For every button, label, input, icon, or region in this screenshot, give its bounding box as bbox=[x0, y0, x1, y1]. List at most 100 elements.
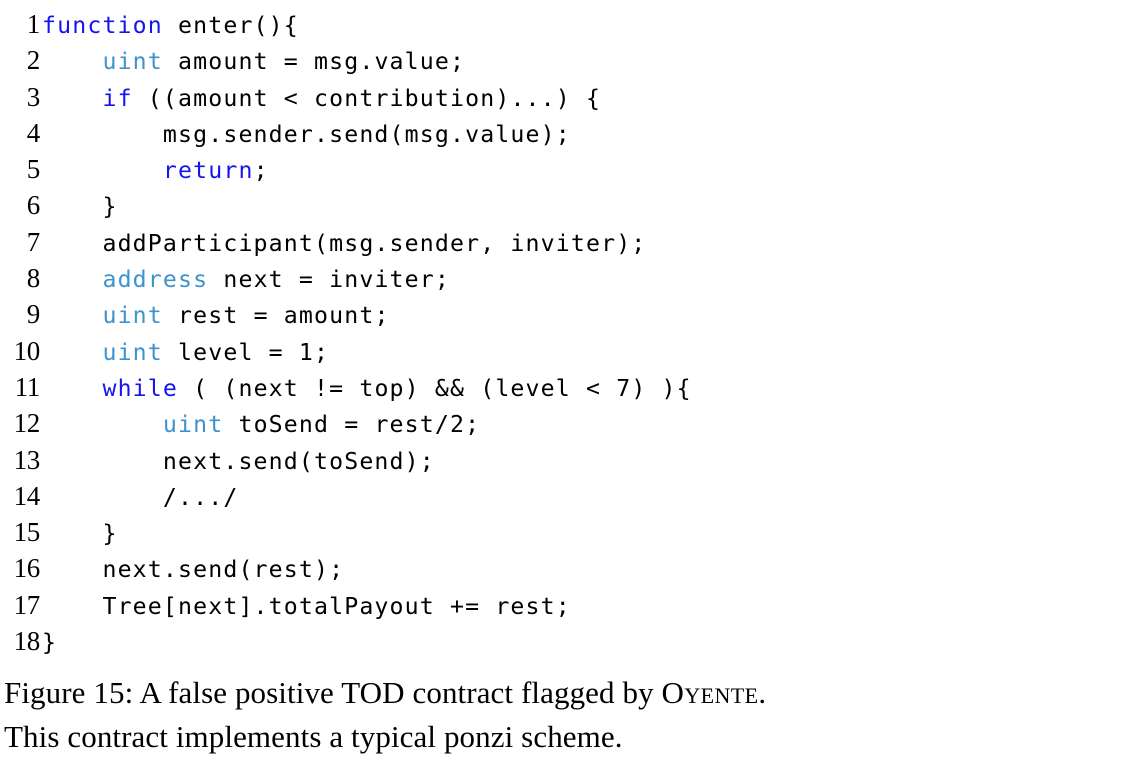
caption-text-after-tool: . bbox=[758, 675, 767, 711]
code-line: 12 uint toSend = rest/2; bbox=[0, 405, 1121, 441]
code-token-plain: } bbox=[102, 193, 118, 221]
caption-text-before-tool: A false positive TOD contract flagged by bbox=[133, 675, 662, 711]
code-token-plain: Tree[next].totalPayout += rest; bbox=[102, 592, 571, 620]
code-line: 10 uint level = 1; bbox=[0, 333, 1121, 369]
figure-caption: Figure 15: A false positive TOD contract… bbox=[0, 659, 1121, 759]
code-token-plain: } bbox=[102, 520, 118, 548]
code-token-plain: enter(){ bbox=[162, 12, 299, 39]
code-token-kw: if bbox=[102, 84, 133, 112]
code-listing: 1 function enter(){2 uint amount = msg.va… bbox=[0, 6, 1121, 659]
code-line-content: /.../ bbox=[40, 480, 1121, 516]
code-token-plain: ; bbox=[253, 157, 269, 185]
code-line-number: 13 bbox=[13, 444, 41, 475]
caption-figure-label: Figure 15: bbox=[4, 675, 134, 711]
code-line-number: 7 bbox=[26, 226, 41, 257]
code-token-plain: amount = msg.value; bbox=[162, 48, 466, 76]
code-line: 1 function enter(){ bbox=[0, 6, 1121, 42]
code-line-number: 3 bbox=[26, 81, 41, 112]
code-token-type: uint bbox=[162, 411, 224, 439]
code-line: 7 addParticipant(msg.sender, inviter); bbox=[0, 224, 1121, 260]
code-line-number: 17 bbox=[13, 589, 41, 620]
code-token-plain: ( (next != top) && (level < 7) ){ bbox=[178, 374, 692, 402]
code-line-content: if ((amount < contribution)...) { bbox=[40, 81, 1121, 117]
code-token-plain: next.send(toSend); bbox=[162, 447, 435, 475]
code-line-content: next.send(rest); bbox=[40, 552, 1121, 588]
code-token-plain: /.../ bbox=[162, 483, 239, 511]
code-line: 5 return; bbox=[0, 151, 1121, 187]
code-line-number: 10 bbox=[13, 335, 41, 366]
code-token-plain: } bbox=[42, 629, 58, 657]
code-line-content: uint amount = msg.value; bbox=[40, 44, 1121, 80]
code-token-type: uint bbox=[102, 338, 163, 366]
code-line-content: function enter(){ bbox=[40, 8, 1121, 44]
code-line: 16 next.send(rest); bbox=[0, 550, 1121, 586]
code-token-plain: toSend = rest/2; bbox=[223, 411, 481, 439]
code-line-number: 15 bbox=[13, 517, 41, 548]
code-line-content: uint toSend = rest/2; bbox=[40, 407, 1121, 443]
code-line-content: Tree[next].totalPayout += rest; bbox=[40, 589, 1121, 625]
code-line-number: 1 bbox=[26, 9, 41, 39]
code-line-number: 18 bbox=[13, 626, 41, 657]
code-line: 15 } bbox=[0, 514, 1121, 550]
code-line-content: addParticipant(msg.sender, inviter); bbox=[40, 226, 1121, 262]
code-line-number: 6 bbox=[26, 190, 41, 221]
code-line-number: 2 bbox=[26, 45, 41, 76]
code-line-number: 5 bbox=[26, 154, 41, 185]
code-line-number: 16 bbox=[13, 553, 41, 584]
code-line-content: next.send(toSend); bbox=[40, 444, 1121, 480]
code-line-number: 12 bbox=[13, 408, 41, 439]
code-line: 8 address next = inviter; bbox=[0, 260, 1121, 296]
code-line-content: address next = inviter; bbox=[40, 262, 1121, 298]
code-token-type: address bbox=[102, 266, 209, 294]
code-line-number: 11 bbox=[14, 371, 41, 402]
code-line: 3 if ((amount < contribution)...) { bbox=[0, 79, 1121, 115]
code-line-content: uint level = 1; bbox=[40, 335, 1121, 371]
code-line-number: 9 bbox=[26, 299, 41, 330]
figure-container: 1 function enter(){2 uint amount = msg.va… bbox=[0, 0, 1121, 775]
code-token-type: uint bbox=[102, 302, 163, 330]
code-line: 2 uint amount = msg.value; bbox=[0, 42, 1121, 78]
code-line-content: uint rest = amount; bbox=[40, 298, 1121, 334]
code-line: 9 uint rest = amount; bbox=[0, 296, 1121, 332]
code-line-content: } bbox=[40, 625, 1121, 661]
code-line-content: while ( (next != top) && (level < 7) ){ bbox=[40, 371, 1121, 407]
code-token-plain: ((amount < contribution)...) { bbox=[132, 84, 602, 112]
caption-line-1: Figure 15: A false positive TOD contract… bbox=[4, 671, 1117, 715]
code-line-content: } bbox=[40, 516, 1121, 552]
code-line-number: 4 bbox=[26, 117, 41, 148]
code-line-number: 14 bbox=[13, 480, 41, 511]
code-line-content: } bbox=[40, 189, 1121, 225]
caption-line-2: This contract implements a typical ponzi… bbox=[4, 719, 623, 755]
code-token-type: uint bbox=[102, 48, 163, 76]
code-line: 6 } bbox=[0, 187, 1121, 223]
code-line: 11 while ( (next != top) && (level < 7) … bbox=[0, 369, 1121, 405]
code-token-plain: rest = amount; bbox=[162, 302, 390, 330]
code-line: 4 msg.sender.send(msg.value); bbox=[0, 115, 1121, 151]
code-line: 17 Tree[next].totalPayout += rest; bbox=[0, 587, 1121, 623]
code-line: 13 next.send(toSend); bbox=[0, 442, 1121, 478]
code-token-plain: next = inviter; bbox=[208, 266, 450, 294]
code-token-kw: return bbox=[162, 157, 254, 185]
code-line-content: return; bbox=[40, 153, 1121, 189]
code-line-content: msg.sender.send(msg.value); bbox=[40, 117, 1121, 153]
code-token-plain: level = 1; bbox=[162, 338, 330, 366]
caption-tool-name: Oyente bbox=[661, 675, 759, 711]
code-line: 14 /.../ bbox=[0, 478, 1121, 514]
code-token-kw: while bbox=[102, 374, 179, 402]
